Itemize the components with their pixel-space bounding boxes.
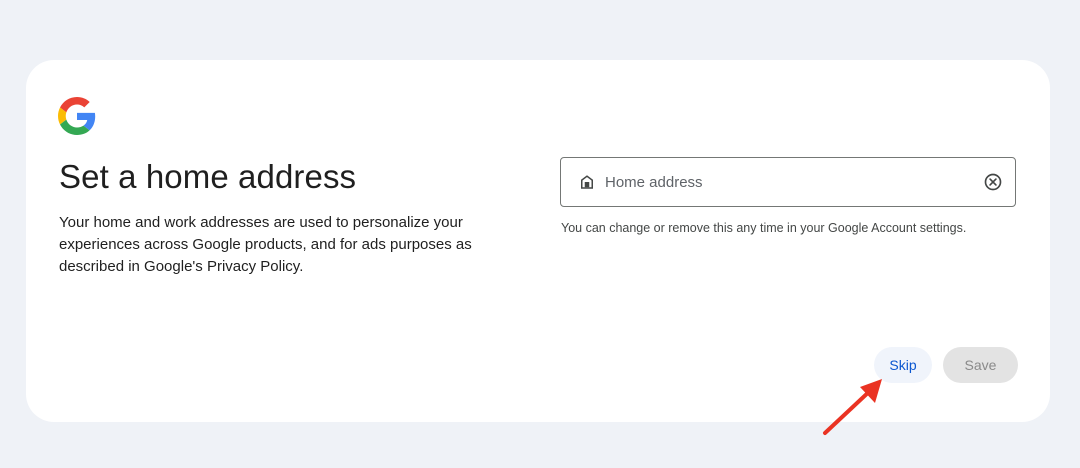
skip-button[interactable]: Skip [874, 347, 932, 383]
home-address-input[interactable] [605, 158, 975, 206]
google-logo [58, 97, 96, 135]
home-address-field[interactable] [560, 157, 1016, 207]
page-description: Your home and work addresses are used to… [59, 214, 472, 275]
clear-icon[interactable] [983, 172, 1003, 192]
helper-text: You can change or remove this any time i… [561, 221, 967, 235]
page-title: Set a home address [59, 158, 357, 195]
save-button[interactable]: Save [943, 347, 1018, 383]
home-icon [581, 175, 593, 189]
